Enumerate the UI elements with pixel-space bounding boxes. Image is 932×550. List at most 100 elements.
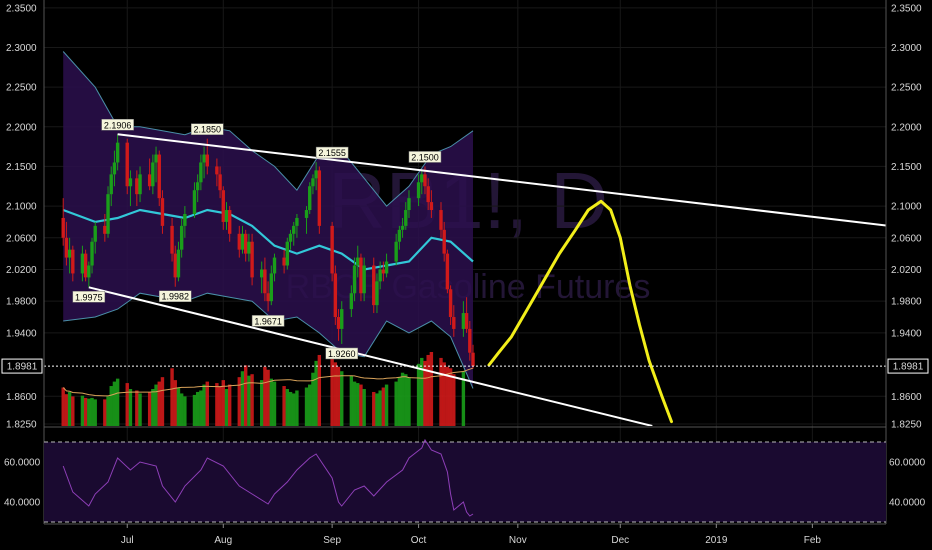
candle-body: [317, 170, 322, 226]
volume-bar: [400, 372, 405, 426]
current-price-tag-right: 1.8981: [887, 358, 929, 374]
volume-bar: [224, 389, 229, 426]
candle-body: [282, 257, 286, 266]
candle-body: [250, 241, 254, 278]
y-tick-label-left: 2.2000: [6, 122, 37, 133]
volume-bar: [109, 386, 113, 426]
volume-bar: [333, 362, 338, 426]
candle-body: [263, 269, 267, 294]
y-tick-label-right: 1.9400: [891, 328, 922, 339]
y-tick-label-left: 1.9800: [6, 297, 37, 308]
price-callout: 2.1555: [315, 146, 349, 159]
candle-body: [464, 313, 469, 329]
candle-body: [202, 154, 206, 163]
price-tag-label: 1.8981: [893, 362, 924, 373]
price-callout: 2.1906: [101, 119, 134, 131]
candle-body: [288, 233, 293, 242]
candle-body: [237, 233, 241, 250]
volume-bar: [308, 384, 312, 426]
candle-body: [359, 257, 363, 294]
candle-body: [266, 293, 270, 302]
candle-body: [429, 202, 434, 211]
volume-bar: [202, 384, 206, 426]
volume-bar: [160, 377, 165, 426]
volume-bar: [176, 387, 181, 426]
volume-bar: [115, 378, 120, 426]
callout-label: 1.9975: [75, 292, 103, 302]
x-tick-label: Sep: [323, 535, 341, 546]
volume-bar: [195, 391, 200, 426]
volume-bar: [179, 393, 184, 426]
candle-body: [224, 210, 229, 222]
y-tick-label-left: 2.3000: [6, 43, 37, 54]
price-chart[interactable]: RB1!, D RBOB Gasoline Futures 2.19062.18…: [0, 0, 932, 550]
candle-body: [218, 174, 222, 191]
candle-body: [375, 281, 379, 306]
candle-body: [468, 328, 472, 353]
volume-bar: [215, 383, 219, 426]
y-tick-label-left: 2.3500: [6, 3, 37, 14]
volume-bar: [173, 380, 177, 426]
candle-body: [423, 174, 427, 187]
volume-bar: [112, 381, 117, 426]
candle-body: [247, 241, 251, 254]
volume-bar: [263, 366, 267, 426]
candle-body: [308, 186, 312, 211]
y-tick-label-right: 2.3000: [891, 43, 922, 54]
volume-bar: [71, 396, 75, 426]
y-tick-label-right: 1.8250: [891, 420, 922, 431]
volume-bar: [442, 362, 446, 426]
volume-bar: [135, 390, 139, 426]
volume-bar: [125, 383, 129, 426]
volume-bar: [292, 393, 296, 426]
y-tick-label-right: 1.8600: [891, 392, 922, 403]
candle-body: [330, 225, 334, 274]
candle-body: [80, 253, 85, 274]
volume-bar: [192, 394, 197, 426]
candle-body: [87, 265, 91, 278]
candle-body: [183, 213, 187, 226]
x-tick-label: Nov: [509, 535, 527, 546]
candle-body: [128, 178, 133, 187]
price-tag-label: 1.8981: [7, 362, 38, 373]
y-tick-label-right: 2.0600: [891, 233, 922, 244]
candle-body: [154, 154, 158, 163]
candle-body: [83, 253, 88, 278]
candle-body: [442, 229, 446, 254]
volume-bar: [147, 391, 152, 426]
candle-body: [221, 190, 225, 222]
candle-body: [93, 225, 97, 242]
candle-body: [112, 162, 117, 175]
price-callout: 1.9975: [72, 291, 106, 303]
volume-bar: [199, 390, 203, 426]
volume-bar: [87, 398, 91, 426]
y-tick-label-right: 1.9800: [891, 297, 922, 308]
y-tick-label-left: 2.2500: [6, 83, 37, 94]
candle-body: [372, 265, 376, 306]
candle-body: [195, 182, 200, 191]
volume-bar: [340, 371, 344, 426]
volume-bar: [67, 391, 72, 426]
candle-body: [176, 249, 181, 278]
candle-body: [445, 253, 450, 290]
candle-body: [362, 265, 366, 294]
candle-body: [292, 225, 296, 234]
candle-body: [106, 194, 110, 234]
y-tick-label-left: 2.1000: [6, 202, 37, 213]
candle-body: [173, 253, 177, 278]
volume-bar: [64, 394, 69, 426]
callout-label: 1.9982: [161, 292, 189, 302]
x-tick-label: Aug: [214, 535, 232, 546]
candle-body: [157, 154, 161, 199]
candle-body: [71, 249, 75, 274]
y-tick-label-left: 2.1500: [6, 162, 37, 173]
volume-bar: [128, 389, 133, 426]
oscillator-band: [44, 442, 886, 522]
candle-body: [64, 237, 69, 258]
price-callout: 1.9260: [325, 347, 358, 360]
candle-body: [400, 225, 405, 230]
callout-label: 1.9260: [328, 349, 356, 359]
volume-bar: [269, 378, 274, 426]
volume-bar: [375, 393, 379, 426]
candle-body: [314, 170, 318, 179]
